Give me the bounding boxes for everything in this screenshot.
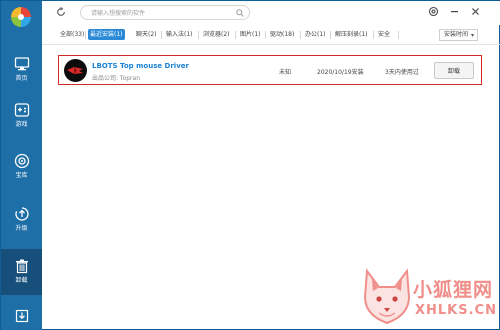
sidebar-item-treasure[interactable]: 宝库 [1, 144, 42, 190]
download-icon [15, 309, 28, 323]
tab-image[interactable]: 图片(1) [238, 29, 263, 40]
sidebar-download-button[interactable] [1, 301, 42, 330]
app-window: 首页 游戏 宝库 升级 卸载 请输入想搜索的软件 全部(33) 最近安装(1) … [0, 0, 500, 330]
watermark-text-cn: 小狐狸网 [413, 279, 494, 301]
mouse-driver-app-icon [64, 59, 87, 82]
tab-driver[interactable]: 驱动(18) [268, 29, 296, 40]
chevron-down-icon: ▾ [470, 32, 474, 39]
app-publisher: 出品公司: Topran [92, 75, 141, 82]
app-install-date: 2020/10/19安装 [317, 69, 364, 76]
tab-divider [300, 31, 301, 39]
tab-divider [373, 31, 374, 39]
sidebar-item-upgrade[interactable]: 升级 [1, 197, 42, 243]
tab-input-method[interactable]: 输入法(1) [164, 29, 195, 40]
tab-recent-installed[interactable]: 最近安装(1) [88, 29, 125, 40]
tab-divider [235, 31, 236, 39]
tab-compress-burn[interactable]: 解压刻录(1) [333, 29, 370, 40]
app-size: 未知 [279, 69, 292, 76]
search-input[interactable] [91, 8, 236, 18]
upgrade-icon [14, 207, 29, 221]
tab-security[interactable]: 安全 [376, 29, 392, 40]
refresh-icon[interactable] [56, 7, 66, 17]
uninstall-button[interactable]: 卸载 [434, 62, 474, 79]
sidebar-item-uninstall[interactable]: 卸载 [1, 249, 42, 295]
sidebar-item-label: 升级 [15, 225, 28, 232]
tab-chat[interactable]: 聊天(2) [134, 29, 159, 40]
settings-icon[interactable] [428, 6, 439, 17]
minimize-icon[interactable] [449, 6, 460, 17]
tab-divider [85, 31, 86, 39]
search-box [80, 5, 250, 20]
tab-divider [161, 31, 162, 39]
sort-dropdown[interactable]: 安装时间 ▾ [439, 29, 478, 41]
category-tabs: 全部(33) 最近安装(1) 聊天(2) 输入法(1) 浏览器(2) 图片(1)… [42, 25, 500, 45]
tab-divider [330, 31, 331, 39]
tab-divider [265, 31, 266, 39]
tab-divider [398, 31, 399, 39]
sidebar-item-label: 游戏 [15, 121, 28, 128]
sidebar-item-label: 卸载 [15, 277, 28, 284]
tab-all[interactable]: 全部(33) [58, 29, 86, 40]
tab-browser[interactable]: 浏览器(2) [201, 29, 232, 40]
tab-divider [198, 31, 199, 39]
sidebar-item-label: 宝库 [15, 172, 28, 179]
sidebar-item-games[interactable]: 游戏 [1, 93, 42, 139]
treasure-icon [14, 153, 29, 169]
search-icon[interactable] [236, 9, 244, 17]
pinwheel-logo-icon [11, 7, 31, 27]
trash-icon [15, 259, 28, 274]
app-last-used: 3天内使用过 [385, 69, 419, 76]
sort-label: 安装时间 [444, 31, 469, 38]
watermark: 小狐狸网 XHLKS.CN [353, 263, 500, 330]
sidebar-item-label: 首页 [15, 75, 28, 82]
monitor-icon [14, 57, 29, 71]
watermark-text-en: XHLKS.CN [415, 303, 497, 318]
fox-watermark-icon [363, 268, 411, 325]
tab-office[interactable]: 办公(1) [303, 29, 328, 40]
list-item[interactable]: LBOTS Top mouse Driver 出品公司: Topran 未知 2… [58, 55, 482, 85]
app-name[interactable]: LBOTS Top mouse Driver [92, 62, 189, 70]
sidebar-item-home[interactable]: 首页 [1, 47, 42, 93]
top-bar [42, 1, 500, 25]
sidebar: 首页 游戏 宝库 升级 卸载 [1, 1, 42, 330]
gamepad-icon [14, 103, 29, 117]
close-icon[interactable] [470, 6, 481, 17]
